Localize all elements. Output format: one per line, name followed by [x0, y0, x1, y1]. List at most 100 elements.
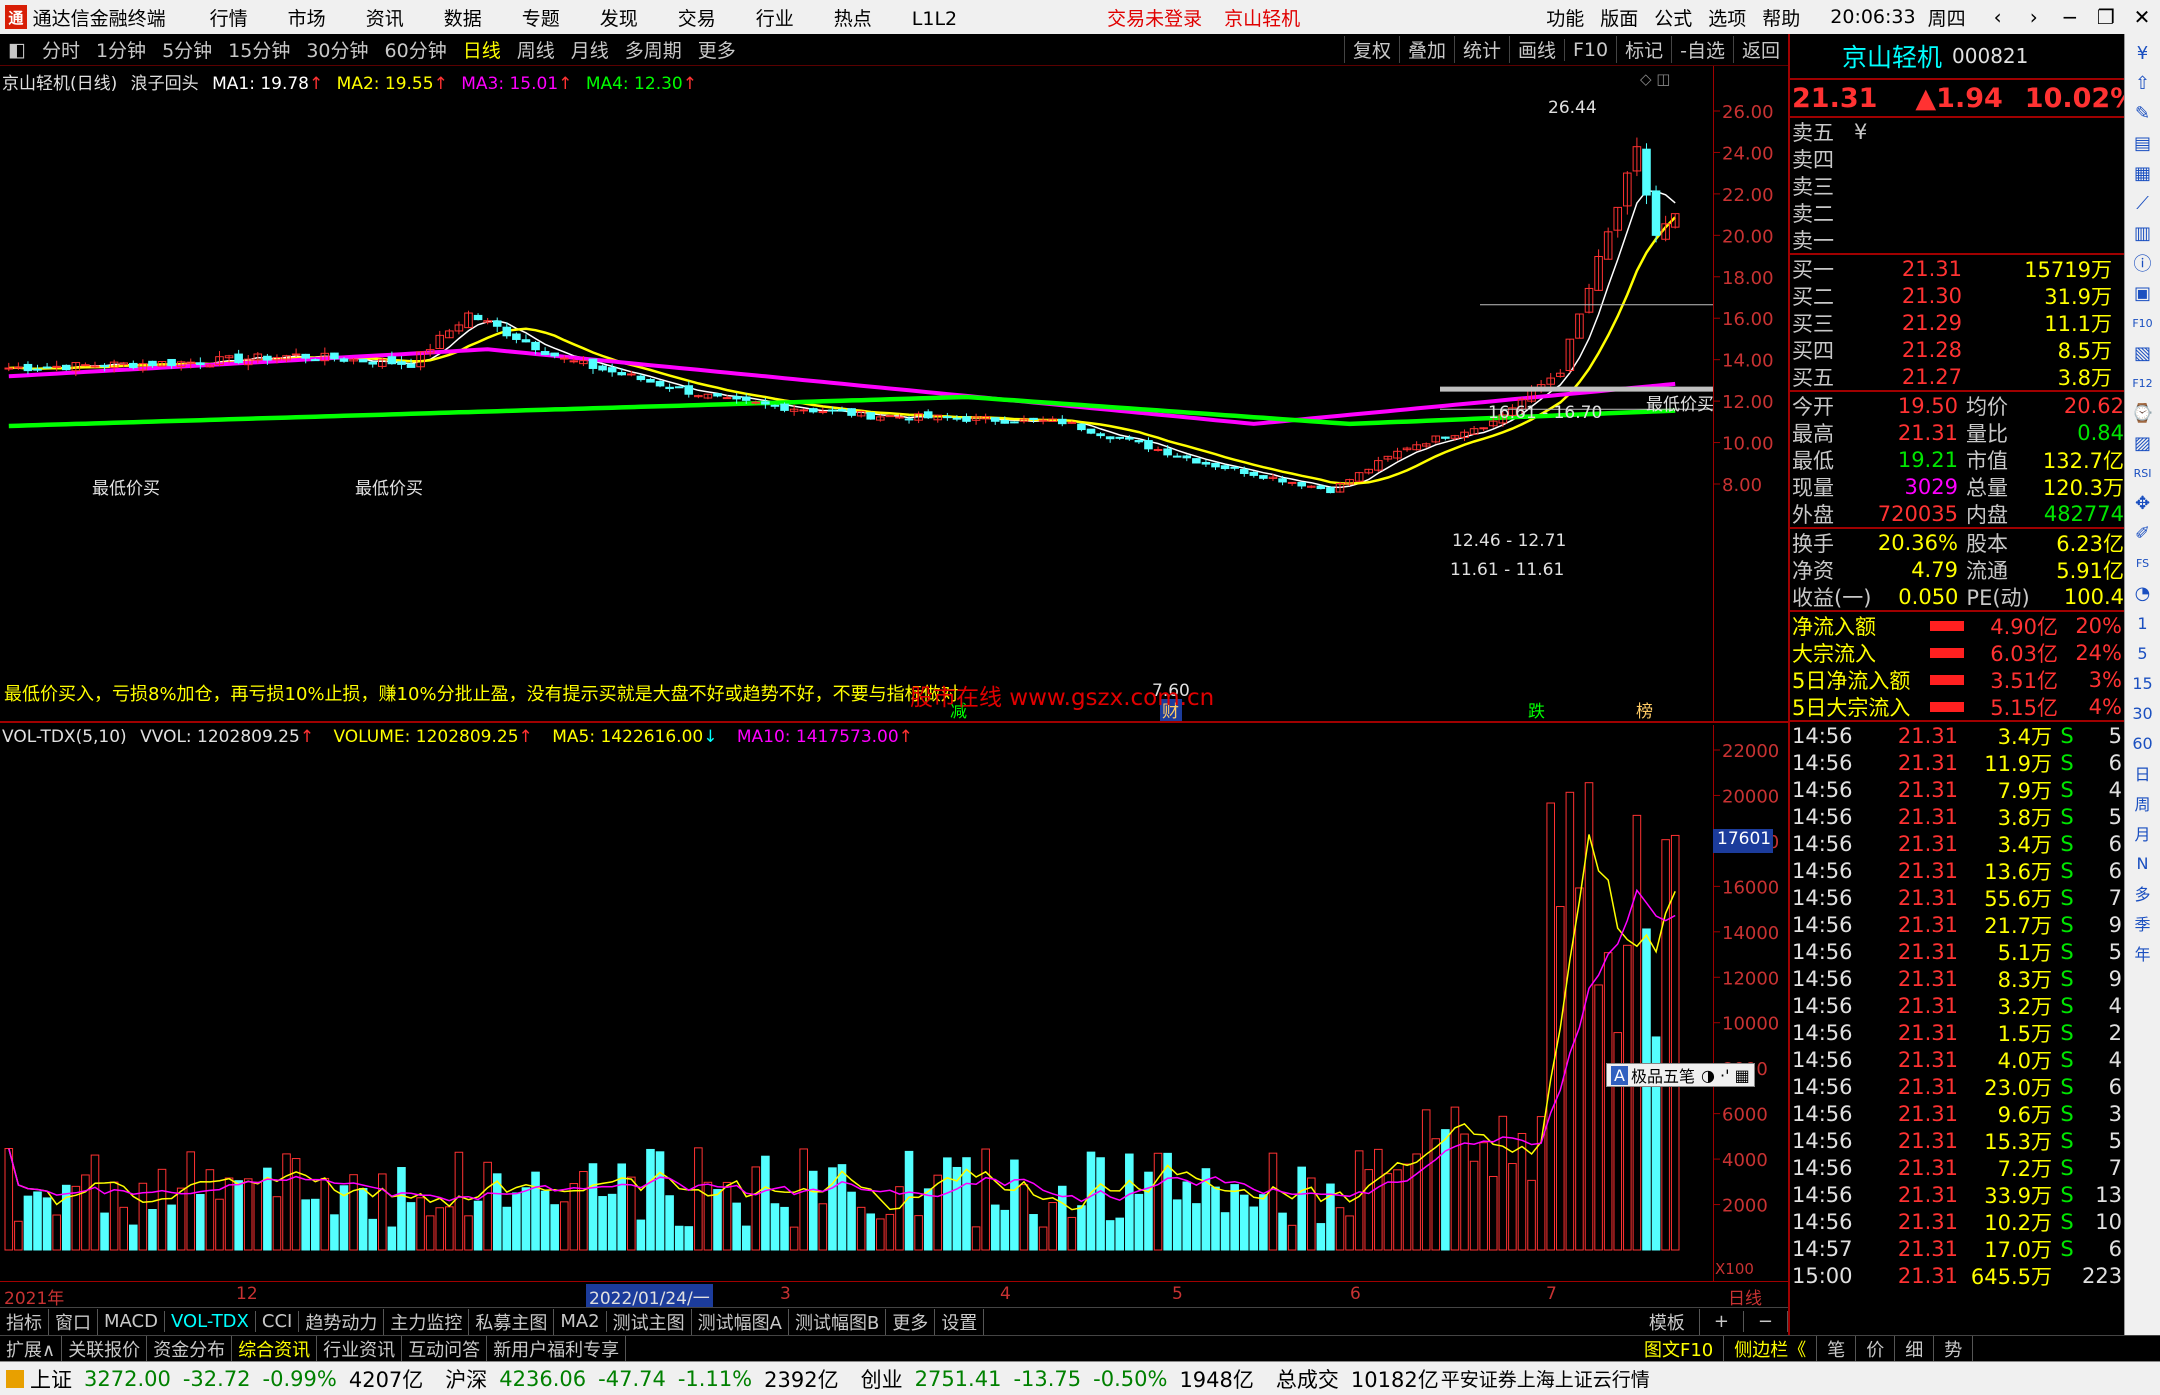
ext-tab-4[interactable]: 行业资讯	[317, 1336, 403, 1361]
fs-icon[interactable]: FS	[2129, 548, 2157, 578]
ext-right-0[interactable]: 图文F10	[1634, 1336, 1725, 1361]
tick-row[interactable]: 14:56 21.31 13.6万 S 6	[1790, 857, 2124, 884]
right-menu-3[interactable]: 选项	[1708, 4, 1746, 31]
dollar-icon[interactable]: ¥	[2129, 38, 2157, 68]
period-tab-1[interactable]: 1分钟	[88, 36, 154, 63]
indicator-tab-6[interactable]: 主力监控	[384, 1308, 470, 1335]
period-tab-0[interactable]: 分时	[34, 36, 88, 63]
kline-svg[interactable]: 26.00 24.00 22.00 20.00 18.00 16.00 14.00 12.00…	[0, 66, 1788, 723]
f12-icon[interactable]: F12	[2129, 368, 2157, 398]
indicator-tab-3[interactable]: VOL-TDX	[165, 1311, 256, 1332]
menu-0[interactable]: 行情	[210, 4, 248, 31]
menu-6[interactable]: 交易	[678, 4, 716, 31]
tick-row[interactable]: 14:56 21.31 3.4万 S 5	[1790, 722, 2124, 749]
period-tab-7[interactable]: 周线	[509, 36, 563, 63]
event-marker[interactable]: 跌	[1528, 702, 1545, 722]
right-menu-4[interactable]: 帮助	[1762, 4, 1800, 31]
login-status[interactable]: 交易未登录	[1107, 4, 1202, 31]
sidebar-period-9[interactable]: 多	[2129, 878, 2157, 908]
tick-row[interactable]: 14:56 21.31 5.1万 S 5	[1790, 938, 2124, 965]
tick-row[interactable]: 14:56 21.31 4.0万 S 4	[1790, 1046, 2124, 1073]
ask-row[interactable]: 卖五 ¥	[1790, 118, 2124, 145]
right-menu-1[interactable]: 版面	[1600, 4, 1638, 31]
indicator-tab-5[interactable]: 趋势动力	[299, 1308, 385, 1335]
clock-icon[interactable]: ⌚	[2129, 398, 2157, 428]
chart-tool-1[interactable]: 叠加	[1398, 36, 1454, 63]
ask-row[interactable]: 卖二	[1790, 199, 2124, 226]
bid-row[interactable]: 买五 21.27 3.8万	[1790, 363, 2124, 390]
formula-name[interactable]: 浪子回头	[131, 74, 199, 94]
period-tab-10[interactable]: 更多	[690, 36, 744, 63]
sidebar-period-10[interactable]: 季	[2129, 908, 2157, 938]
sidebar-period-6[interactable]: 周	[2129, 788, 2157, 818]
minimize-icon[interactable]: −	[2052, 5, 2088, 29]
ext-right-4[interactable]: 细	[1895, 1336, 1935, 1361]
ask-row[interactable]: 卖四	[1790, 145, 2124, 172]
brush-icon[interactable]: ✐	[2129, 518, 2157, 548]
indicator-tab-10[interactable]: 测试幅图A	[692, 1308, 789, 1335]
line-chart-icon[interactable]: ⟋	[2129, 188, 2157, 218]
tick-row[interactable]: 14:56 21.31 9.6万 S 3	[1790, 1100, 2124, 1127]
tick-row[interactable]: 14:57 21.31 17.0万 S 6	[1790, 1235, 2124, 1262]
chart-tool-2[interactable]: 统计	[1453, 36, 1509, 63]
ext-tab-5[interactable]: 互动问答	[402, 1336, 488, 1361]
ext-right-1[interactable]: 侧边栏《	[1724, 1336, 1818, 1361]
event-marker[interactable]: 榜	[1636, 702, 1653, 722]
list-icon[interactable]: ▤	[2129, 128, 2157, 158]
sidebar-period-1[interactable]: 5	[2129, 638, 2157, 668]
indicator-tab-0[interactable]: 指标	[0, 1308, 49, 1335]
menu-1[interactable]: 市场	[288, 4, 326, 31]
sidebar-period-7[interactable]: 月	[2129, 818, 2157, 848]
tab-right-2[interactable]: −	[1744, 1311, 1788, 1332]
tick-row[interactable]: 14:56 21.31 55.6万 S 7	[1790, 884, 2124, 911]
toggle-panel-icon[interactable]: ◧	[0, 39, 34, 61]
sidebar-period-4[interactable]: 60	[2129, 728, 2157, 758]
f10-icon[interactable]: F10	[2129, 308, 2157, 338]
forward-nav-icon[interactable]: ›	[2016, 5, 2052, 29]
period-tab-2[interactable]: 5分钟	[154, 36, 220, 63]
ext-tab-2[interactable]: 资金分布	[147, 1336, 233, 1361]
tab-right-1[interactable]: +	[1700, 1311, 1744, 1332]
ext-tab-3[interactable]: 综合资讯	[232, 1336, 318, 1361]
period-tab-5[interactable]: 60分钟	[377, 36, 455, 63]
indicator-tab-8[interactable]: MA2	[554, 1311, 607, 1332]
indicator-tab-7[interactable]: 私募主图	[469, 1308, 555, 1335]
ext-tab-1[interactable]: 关联报价	[62, 1336, 148, 1361]
sidebar-period-11[interactable]: 年	[2129, 938, 2157, 968]
sidebar-period-3[interactable]: 30	[2129, 698, 2157, 728]
cy-index-name[interactable]: 创业	[861, 1364, 903, 1394]
ask-row[interactable]: 卖三	[1790, 172, 2124, 199]
period-tab-4[interactable]: 30分钟	[298, 36, 376, 63]
period-tab-8[interactable]: 月线	[563, 36, 617, 63]
move-icon[interactable]: ✥	[2129, 488, 2157, 518]
menu-3[interactable]: 数据	[444, 4, 482, 31]
period-tab-9[interactable]: 多周期	[617, 36, 690, 63]
info-icon[interactable]: ⓘ	[2129, 248, 2157, 278]
tick-row[interactable]: 14:56 21.31 21.7万 S 9	[1790, 911, 2124, 938]
back-nav-icon[interactable]: ‹	[1980, 5, 2016, 29]
tick-row[interactable]: 14:56 21.31 7.9万 S 4	[1790, 776, 2124, 803]
right-menu-0[interactable]: 功能	[1546, 4, 1584, 31]
period-tab-3[interactable]: 15分钟	[220, 36, 298, 63]
ext-tab-6[interactable]: 新用户福利专享	[487, 1336, 627, 1361]
pencil-icon[interactable]: ✎	[2129, 98, 2157, 128]
indicator-tab-13[interactable]: 设置	[935, 1308, 985, 1335]
chart-tool-4[interactable]: F10	[1564, 38, 1616, 61]
indicator-tab-12[interactable]: 更多	[886, 1308, 936, 1335]
up-arrow-icon[interactable]: ⇧	[2129, 68, 2157, 98]
bid-row[interactable]: 买四 21.28 8.5万	[1790, 336, 2124, 363]
chart-tool-5[interactable]: 标记	[1616, 36, 1671, 63]
status-menu-icon[interactable]	[6, 1369, 24, 1388]
bar-chart-icon[interactable]: ▦	[2129, 158, 2157, 188]
bid-row[interactable]: 买二 21.30 31.9万	[1790, 282, 2124, 309]
candle-icon[interactable]: ▥	[2129, 218, 2157, 248]
chart-tool-3[interactable]: 画线	[1508, 36, 1564, 63]
ext-tab-0[interactable]: 扩展∧	[0, 1336, 63, 1361]
ext-right-3[interactable]: 价	[1856, 1336, 1896, 1361]
tick-row[interactable]: 14:56 21.31 8.3万 S 9	[1790, 965, 2124, 992]
indicator-tab-2[interactable]: MACD	[98, 1311, 165, 1332]
rsi-icon[interactable]: RSI	[2129, 458, 2157, 488]
sidebar-period-5[interactable]: 日	[2129, 758, 2157, 788]
volume-svg[interactable]: 2200020000180001600014000120001000080006…	[0, 725, 1788, 1281]
chart-option-icon[interactable]: ◇ ◫	[1640, 70, 1670, 88]
